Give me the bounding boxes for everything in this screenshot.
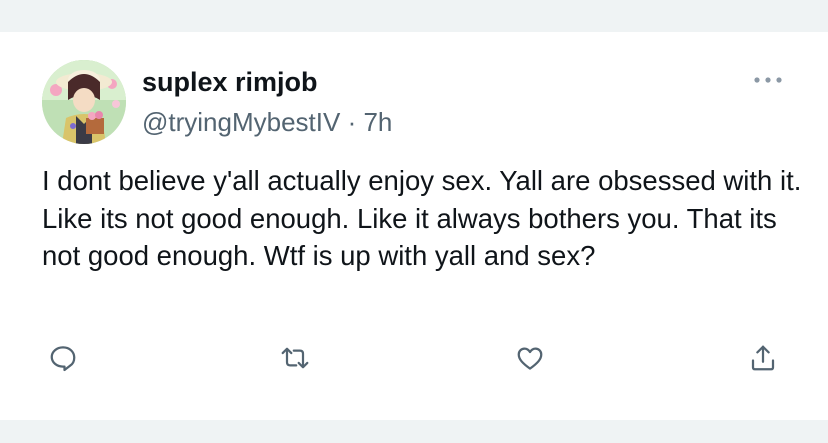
reply-button[interactable] bbox=[45, 340, 81, 376]
more-options-button[interactable] bbox=[750, 68, 786, 92]
meta-separator: · bbox=[340, 107, 364, 137]
page-background-top bbox=[0, 0, 828, 32]
retweet-button[interactable] bbox=[277, 340, 313, 376]
page-background-bottom bbox=[0, 420, 828, 443]
share-button[interactable] bbox=[745, 340, 781, 376]
retweet-icon bbox=[281, 347, 309, 369]
author-handle[interactable]: @tryingMybestIV bbox=[142, 107, 340, 137]
avatar-illustration bbox=[42, 60, 126, 144]
author-name[interactable]: suplex rimjob bbox=[142, 67, 318, 98]
like-button[interactable] bbox=[512, 340, 548, 376]
avatar[interactable] bbox=[42, 60, 126, 144]
tweet-meta: @tryingMybestIV · 7h bbox=[142, 107, 392, 138]
tweet-text: I dont believe y'all actually enjoy sex.… bbox=[42, 165, 802, 271]
like-heart-icon bbox=[517, 347, 543, 370]
share-icon bbox=[751, 345, 775, 371]
reply-icon bbox=[50, 346, 76, 372]
more-dots-icon bbox=[754, 77, 782, 83]
tweet-timestamp[interactable]: 7h bbox=[363, 107, 392, 137]
